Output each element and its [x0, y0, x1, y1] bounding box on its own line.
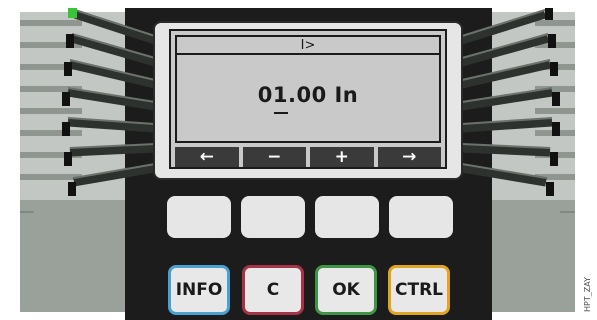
function-key-4[interactable] — [389, 196, 453, 238]
watermark-text: HPT_ZAY — [583, 277, 592, 313]
relay-front-panel: I> 01.00 In ← − + → INFO C OK CTRL HPT_Z… — [0, 0, 597, 320]
c-button[interactable]: C — [242, 265, 304, 315]
lcd-display-frame: I> 01.00 In ← − + → — [153, 21, 463, 180]
softkey-left-arrow[interactable]: ← — [175, 147, 239, 167]
function-key-1[interactable] — [167, 196, 231, 238]
softkey-bar: ← − + → — [175, 147, 441, 167]
softkey-plus[interactable]: + — [310, 147, 374, 167]
ctrl-button[interactable]: CTRL — [388, 265, 450, 315]
function-key-3[interactable] — [315, 196, 379, 238]
softkey-right-arrow[interactable]: → — [377, 147, 441, 167]
softkey-minus[interactable]: − — [242, 147, 306, 167]
function-key-2[interactable] — [241, 196, 305, 238]
info-button[interactable]: INFO — [168, 265, 230, 315]
left-lower-block — [20, 200, 125, 312]
lcd-title: I> — [177, 37, 439, 55]
edit-cursor — [274, 112, 288, 114]
ok-button[interactable]: OK — [315, 265, 377, 315]
left-led — [68, 8, 77, 18]
lcd-screen: I> 01.00 In ← − + → — [169, 29, 447, 169]
lcd-content-area: I> 01.00 In — [175, 35, 441, 143]
right-lower-block — [492, 200, 575, 312]
lcd-setting-value: 01.00 In — [257, 83, 359, 107]
